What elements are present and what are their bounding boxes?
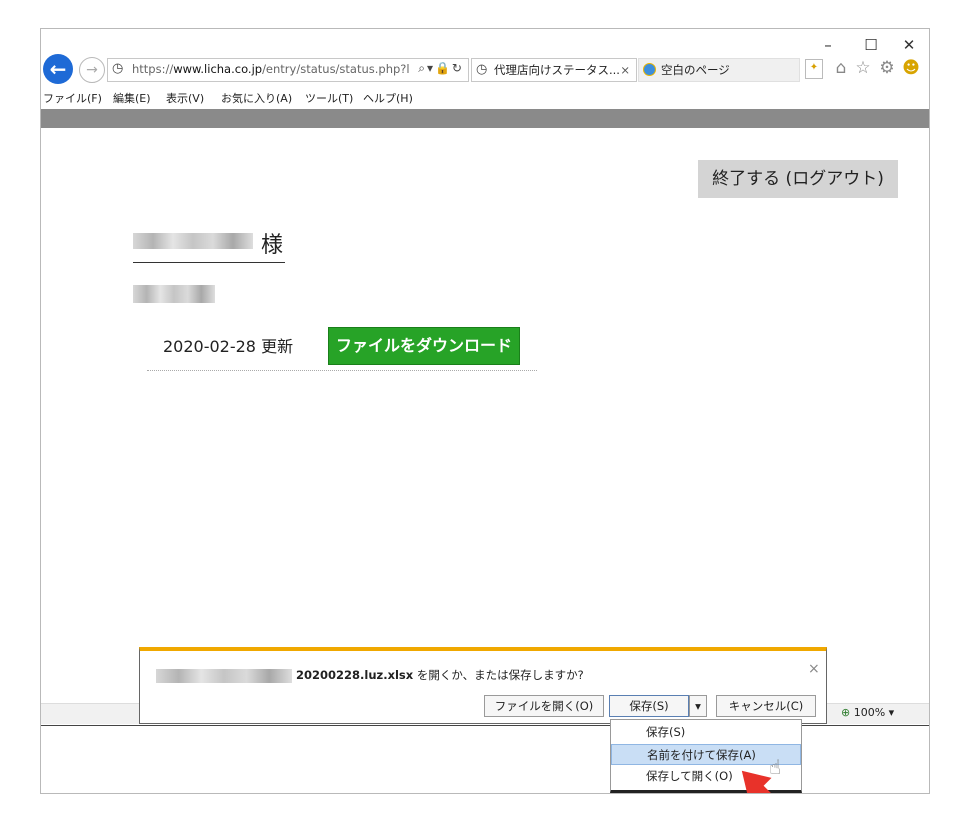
chevron-down-icon: ▾ bbox=[888, 706, 895, 719]
save-button[interactable]: 保存(S) bbox=[609, 695, 689, 717]
menu-tools[interactable]: ツール(T) bbox=[305, 90, 353, 106]
hand-pointer-icon: ☝ bbox=[769, 755, 782, 779]
back-button[interactable]: ← bbox=[43, 54, 73, 84]
browser-window: – ☐ ✕ ← → ◷ https://www.licha.co.jp/entr… bbox=[40, 28, 930, 794]
cancel-button[interactable]: キャンセル(C) bbox=[716, 695, 816, 717]
zoom-magnifier-icon: ⊕ bbox=[841, 706, 851, 719]
notification-close-icon[interactable]: × bbox=[808, 661, 820, 677]
back-arrow-icon: ← bbox=[49, 57, 67, 81]
address-tools-icons[interactable]: ⌕▾🔒↻ bbox=[418, 61, 464, 76]
menu-help[interactable]: ヘルプ(H) bbox=[363, 90, 413, 106]
page-icon: ◷ bbox=[112, 61, 124, 76]
zoom-control[interactable]: ⊕ 100% ▾ bbox=[841, 706, 894, 719]
name-underline bbox=[133, 262, 285, 263]
smiley-feedback-icon[interactable]: ☻ bbox=[901, 58, 921, 78]
download-notification-bar: 20200228.luz.xlsx を開くか、または保存しますか? × ファイル… bbox=[139, 647, 827, 724]
update-date: 2020-02-28 更新 bbox=[163, 337, 294, 356]
menu-edit[interactable]: 編集(E) bbox=[113, 90, 151, 106]
menu-view[interactable]: 表示(V) bbox=[166, 90, 204, 106]
blurred-customer-name bbox=[133, 233, 253, 249]
download-file-button[interactable]: ファイルをダウンロード bbox=[328, 327, 520, 365]
menu-file[interactable]: ファイル(F) bbox=[43, 90, 102, 106]
favorites-star-icon[interactable]: ☆ bbox=[853, 58, 873, 78]
new-tab-button[interactable]: ✦ bbox=[805, 59, 823, 79]
home-icon[interactable]: ⌂ bbox=[831, 58, 851, 78]
blurred-filename-prefix bbox=[156, 669, 292, 683]
dotted-divider bbox=[147, 370, 537, 371]
new-tab-icon: ✦ bbox=[809, 62, 819, 73]
zoom-level: 100% bbox=[853, 706, 886, 719]
page-icon: ◷ bbox=[476, 62, 488, 77]
download-prompt: 20200228.luz.xlsx を開くか、または保存しますか? bbox=[296, 667, 584, 683]
maximize-button[interactable]: ☐ bbox=[856, 35, 886, 55]
page-header-band bbox=[41, 109, 929, 128]
tab-close-icon[interactable]: × bbox=[620, 59, 630, 81]
settings-gear-icon[interactable]: ⚙ bbox=[877, 58, 897, 78]
download-filename: 20200228.luz.xlsx bbox=[296, 668, 414, 682]
honorific-label: 様 bbox=[261, 233, 284, 258]
menu-item-save[interactable]: 保存(S) bbox=[611, 722, 801, 743]
chevron-down-icon: ▾ bbox=[695, 699, 701, 713]
forward-arrow-icon: → bbox=[86, 62, 98, 78]
logout-button[interactable]: 終了する (ログアウト) bbox=[698, 160, 898, 198]
tab-label: 空白のページ bbox=[661, 63, 730, 77]
tab-status[interactable]: ◷ 代理店向けステータス... × bbox=[471, 58, 637, 82]
blurred-customer-id bbox=[133, 285, 215, 303]
minimize-button[interactable]: – bbox=[813, 35, 843, 55]
address-url[interactable]: https://www.licha.co.jp/entry/status/sta… bbox=[132, 62, 410, 76]
ie-logo-icon bbox=[643, 63, 656, 76]
tab-blank[interactable]: 空白のページ bbox=[638, 58, 800, 82]
close-window-button[interactable]: ✕ bbox=[894, 35, 924, 55]
open-file-button[interactable]: ファイルを開く(O) bbox=[484, 695, 604, 717]
address-bar[interactable]: ◷ https://www.licha.co.jp/entry/status/s… bbox=[107, 58, 469, 82]
download-question: を開くか、または保存しますか? bbox=[413, 668, 584, 682]
menu-bar: ファイル(F) 編集(E) 表示(V) お気に入り(A) ツール(T) ヘルプ(… bbox=[41, 88, 929, 106]
tab-label: 代理店向けステータス... bbox=[494, 63, 620, 77]
save-options-dropdown[interactable]: ▾ bbox=[689, 695, 707, 717]
forward-button[interactable]: → bbox=[79, 57, 105, 83]
menu-favorites[interactable]: お気に入り(A) bbox=[221, 90, 292, 106]
